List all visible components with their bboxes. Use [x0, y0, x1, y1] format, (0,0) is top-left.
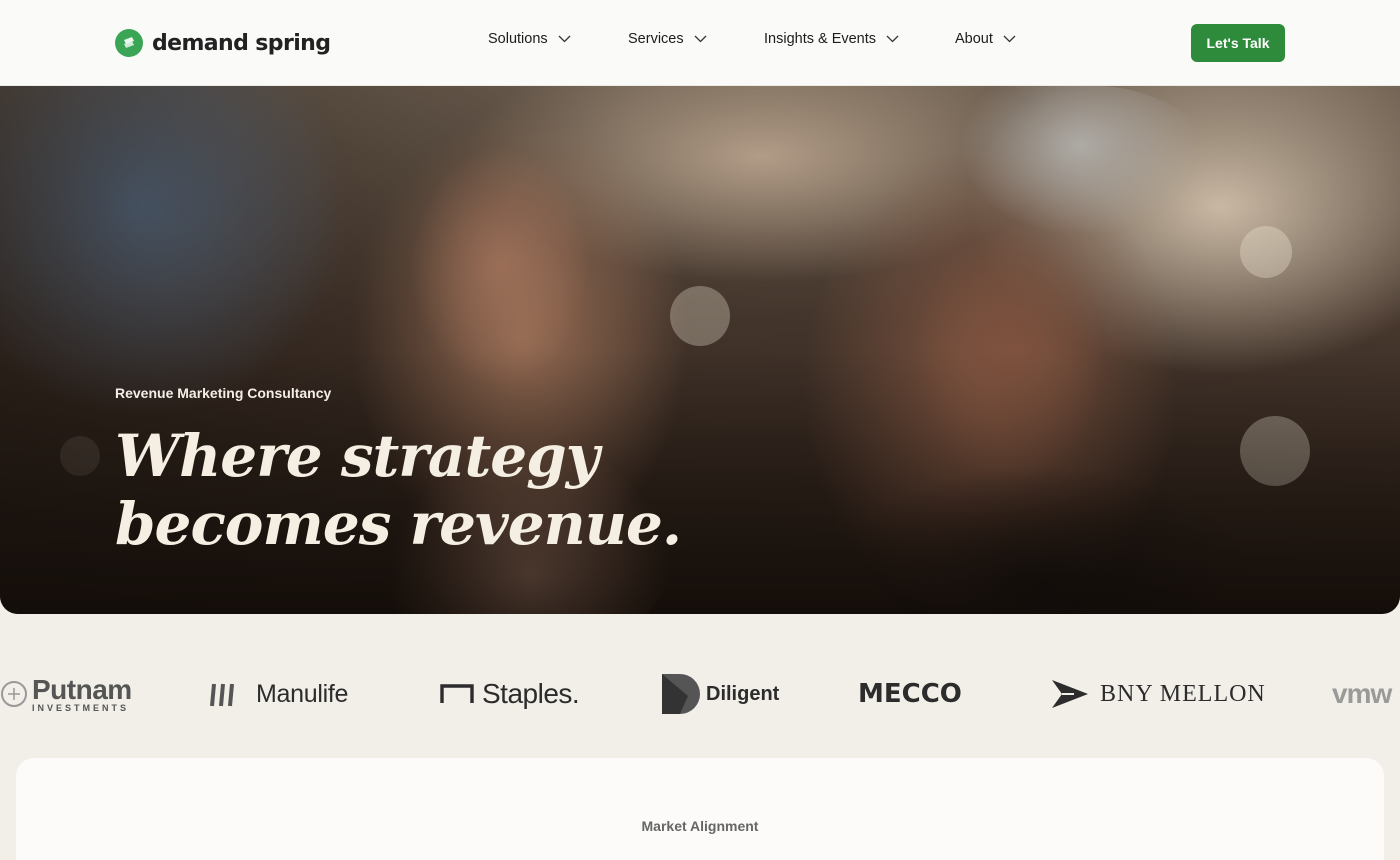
- staples-mark-icon: [440, 684, 474, 703]
- nav-solutions-label: Solutions: [488, 31, 548, 47]
- nav-about[interactable]: About: [955, 31, 1016, 47]
- chevron-down-icon: [558, 35, 571, 43]
- nav-insights-events[interactable]: Insights & Events: [764, 31, 899, 47]
- client-logos-strip: Putnam INVESTMENTS Manulife Staples. Dil…: [0, 660, 1400, 728]
- client-logo-bny-mellon-text: BNY MELLON: [1100, 680, 1266, 707]
- nav-insights-events-label: Insights & Events: [764, 31, 877, 47]
- putnam-seal-icon: [1, 681, 27, 707]
- client-logo-staples-text: Staples.: [482, 678, 580, 709]
- nav-services[interactable]: Services: [628, 31, 707, 47]
- client-logo-putnam-sub: INVESTMENTS: [32, 702, 130, 713]
- chevron-down-icon: [886, 35, 899, 43]
- client-logo-mecco: MECCO: [858, 660, 962, 728]
- chevron-down-icon: [694, 35, 707, 43]
- client-logo-manulife: Manulife: [208, 660, 348, 728]
- section-label: Market Alignment: [641, 818, 759, 834]
- hero-title-line2: becomes revenue.: [115, 490, 682, 558]
- hero-eyebrow: Revenue Marketing Consultancy: [115, 385, 332, 401]
- client-logo-putnam: Putnam INVESTMENTS: [0, 660, 132, 728]
- nav-services-label: Services: [628, 31, 684, 47]
- client-logo-mecco-text: MECCO: [858, 679, 962, 709]
- chevron-down-icon: [1003, 35, 1016, 43]
- brand-mark-icon: [115, 29, 143, 57]
- client-logo-putnam-text: Putnam: [32, 673, 132, 705]
- diligent-mark-icon: [662, 674, 700, 714]
- client-logo-bny-mellon: BNY MELLON: [1050, 660, 1266, 728]
- client-logo-diligent-text: Diligent: [706, 682, 780, 705]
- client-logo-vmware: vmw: [1332, 660, 1392, 728]
- nav-solutions[interactable]: Solutions: [488, 31, 571, 47]
- site-header: demand spring Solutions Services Insight…: [0, 0, 1400, 86]
- hero-banner: Revenue Marketing Consultancy Where stra…: [0, 86, 1400, 614]
- hero-title-line1: Where strategy: [115, 422, 599, 490]
- lets-talk-button[interactable]: Let's Talk: [1191, 24, 1285, 62]
- client-logo-diligent: Diligent: [662, 660, 779, 728]
- bny-mellon-mark-icon: [1052, 680, 1088, 708]
- client-logo-staples: Staples.: [440, 660, 580, 728]
- market-alignment-card: Market Alignment: [16, 758, 1384, 860]
- nav-about-label: About: [955, 31, 993, 47]
- brand-logo[interactable]: demand spring: [115, 28, 331, 58]
- hero-title: Where strategy becomes revenue.: [115, 422, 815, 558]
- client-logo-manulife-text: Manulife: [256, 679, 349, 708]
- client-logo-vmware-text: vmw: [1332, 678, 1392, 709]
- brand-name: demand spring: [152, 30, 331, 56]
- manulife-mark-icon: [210, 683, 234, 707]
